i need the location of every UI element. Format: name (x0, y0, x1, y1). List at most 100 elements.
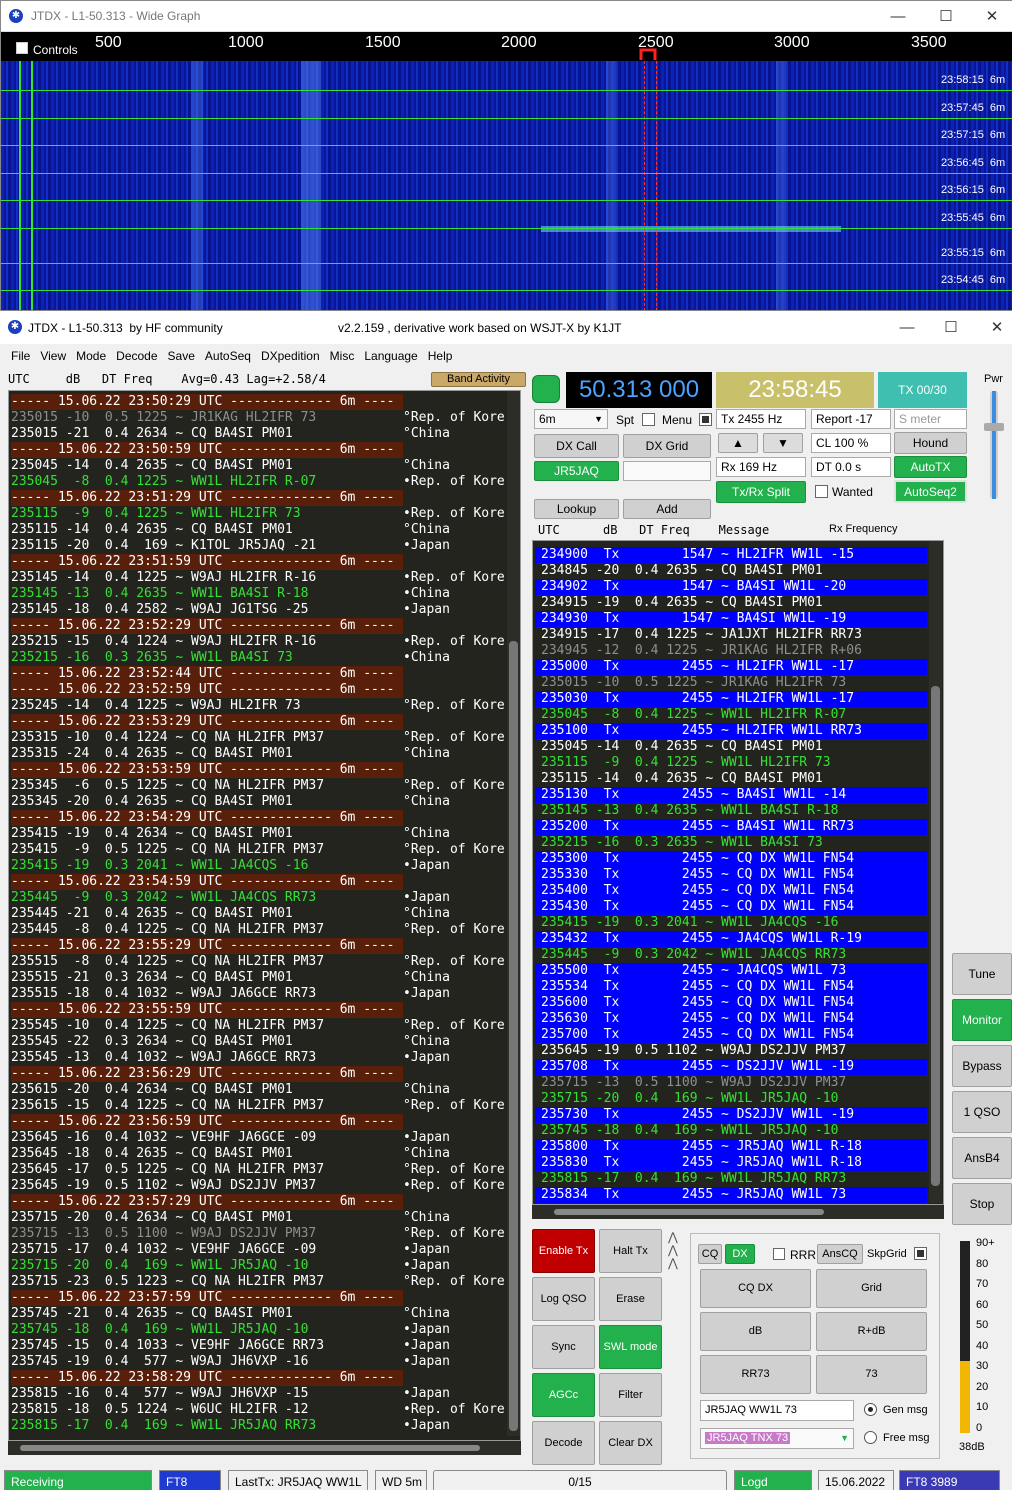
db-button[interactable]: dB (700, 1312, 811, 1351)
gen-msg-radio[interactable] (864, 1403, 877, 1416)
decode-row[interactable]: 235615 -15 0.4 1225 ~ CQ NA HL2IFR PM37 (11, 1098, 324, 1114)
decode-row[interactable]: 235215 -16 0.3 2635 ~ WW1L BA4SI 73 (535, 835, 823, 851)
decode-row[interactable]: 235045 -14 0.4 2635 ~ CQ BA4SI PM01 (11, 458, 293, 474)
decode-row[interactable]: 235445 -9 0.3 2042 ~ WW1L JA4CQS RR73 (535, 947, 846, 963)
decode-row[interactable]: 235715 -20 0.4 2634 ~ CQ BA4SI PM01 (11, 1210, 293, 1226)
period-separator[interactable]: ----- 15.06.22 23:52:29 UTC ------------… (11, 618, 403, 634)
rx-frequency-list[interactable]: 234900 Tx 1547 ~ HL2IFR WW1L -15 234845 -… (532, 540, 944, 1205)
controls-checkbox[interactable] (16, 42, 28, 54)
decode-row[interactable]: 235215 -15 0.4 1224 ~ W9AJ HL2IFR R-16 (11, 634, 316, 650)
decode-row[interactable]: 235345 -20 0.4 2635 ~ CQ BA4SI PM01 (11, 794, 293, 810)
decode-row[interactable]: 235315 -10 0.4 1224 ~ CQ NA HL2IFR PM37 (11, 730, 324, 746)
decode-row[interactable]: 235115 -14 0.4 2635 ~ CQ BA4SI PM01 (535, 771, 823, 787)
decode-row[interactable]: 235045 -14 0.4 2635 ~ CQ BA4SI PM01 (535, 739, 823, 755)
decode-row[interactable]: 235745 -15 0.4 1033 ~ VE9HF JA6GCE RR73 (11, 1338, 324, 1354)
freq-up-button[interactable]: ▲ (718, 433, 758, 453)
close-icon[interactable]: ✕ (974, 312, 1012, 343)
minimize-icon[interactable]: — (875, 1, 921, 32)
menu-help[interactable]: Help (423, 345, 458, 367)
tx-row[interactable]: 235834 Tx 2455 ~ JR5JAQ WW1L 73 (535, 1187, 927, 1203)
hound-button[interactable]: Hound (894, 432, 967, 454)
period-separator[interactable]: ----- 15.06.22 23:55:59 UTC ------------… (11, 1002, 403, 1018)
decode-row[interactable]: 235415 -19 0.4 2634 ~ CQ BA4SI PM01 (11, 826, 293, 842)
period-separator[interactable]: ----- 15.06.22 23:51:29 UTC ------------… (11, 490, 403, 506)
scrollbar-thumb[interactable] (20, 1445, 480, 1451)
decode-row[interactable]: 235645 -16 0.4 1032 ~ VE9HF JA6GCE -09 (11, 1130, 316, 1146)
dx-button[interactable]: DX (725, 1244, 755, 1264)
menu-language[interactable]: Language (359, 345, 422, 367)
period-separator[interactable]: ----- 15.06.22 23:51:59 UTC ------------… (11, 554, 403, 570)
decode-row[interactable]: 235415 -9 0.5 1225 ~ CQ NA HL2IFR PM37 (11, 842, 324, 858)
skpgrid-checkbox[interactable] (914, 1247, 927, 1260)
decode-row[interactable]: 235145 -13 0.4 2635 ~ WW1L BA4SI R-18 (11, 586, 308, 602)
scrollbar-thumb[interactable] (931, 686, 940, 1186)
dx-call-button[interactable]: DX Call (534, 434, 619, 458)
tx-row[interactable]: 235432 Tx 2455 ~ JA4CQS WW1L R-19 (535, 931, 927, 947)
report-field[interactable]: Report -17 (811, 409, 891, 429)
menu-view[interactable]: View (35, 345, 71, 367)
left-vscrollbar[interactable] (507, 391, 520, 1436)
erase-button[interactable]: Erase (599, 1277, 662, 1321)
decode-row[interactable]: 235815 -17 0.4 169 ~ WW1L JR5JAQ RR73 (535, 1171, 846, 1187)
tx-row[interactable]: 235708 Tx 2455 ~ DS2JJV WW1L -19 (535, 1059, 927, 1075)
period-separator[interactable]: ----- 15.06.22 23:56:59 UTC ------------… (11, 1114, 403, 1130)
free-msg-radio[interactable] (864, 1431, 877, 1444)
tx-row[interactable]: 235700 Tx 2455 ~ CQ DX WW1L FN54 (535, 1027, 927, 1043)
add-button[interactable]: Add (623, 499, 711, 519)
decode-row[interactable]: 235015 -21 0.4 2634 ~ CQ BA4SI PM01 (11, 426, 293, 442)
decode-row[interactable]: 235615 -20 0.4 2634 ~ CQ BA4SI PM01 (11, 1082, 293, 1098)
period-separator[interactable]: ----- 15.06.22 23:55:29 UTC ------------… (11, 938, 403, 954)
tx-row[interactable]: 235300 Tx 2455 ~ CQ DX WW1L FN54 (535, 851, 927, 867)
cl-field[interactable]: CL 100 % (811, 433, 891, 453)
menu-mode[interactable]: Mode (71, 345, 111, 367)
clear-dx-button[interactable]: Clear DX (599, 1421, 662, 1465)
maximize-icon[interactable]: ☐ (923, 1, 969, 32)
decode-row[interactable]: 234845 -20 0.4 2635 ~ CQ BA4SI PM01 (535, 563, 823, 579)
tx-row[interactable]: 235630 Tx 2455 ~ CQ DX WW1L FN54 (535, 1011, 927, 1027)
decode-row[interactable]: 235115 -9 0.4 1225 ~ WW1L HL2IFR 73 (535, 755, 831, 771)
grid-button[interactable]: Grid (816, 1269, 927, 1308)
menu-checkbox[interactable] (699, 413, 712, 426)
tx-row[interactable]: 235730 Tx 2455 ~ DS2JJV WW1L -19 (535, 1107, 927, 1123)
stop-button[interactable]: Stop (952, 1183, 1012, 1225)
period-separator[interactable]: ----- 15.06.22 23:57:59 UTC ------------… (11, 1290, 403, 1306)
period-separator[interactable]: ----- 15.06.22 23:50:59 UTC ------------… (11, 442, 403, 458)
autotx-button[interactable]: AutoTX (894, 456, 967, 478)
frequency-display[interactable]: 50.313 000 (566, 372, 712, 408)
minimize-icon[interactable]: — (884, 312, 930, 343)
waterfall[interactable]: 23:58:15 6m 23:57:45 6m 23:57:15 6m 23:5… (1, 61, 1012, 311)
period-separator[interactable]: ----- 15.06.22 23:54:59 UTC ------------… (11, 874, 403, 890)
decode-row[interactable]: 235545 -13 0.4 1032 ~ W9AJ JA6GCE RR73 (11, 1050, 316, 1066)
menu-misc[interactable]: Misc (325, 345, 360, 367)
decode-row[interactable]: 235115 -14 0.4 2635 ~ CQ BA4SI PM01 (11, 522, 293, 538)
tx-row[interactable]: 235200 Tx 2455 ~ BA4SI WW1L RR73 (535, 819, 927, 835)
tx-row[interactable]: 235430 Tx 2455 ~ CQ DX WW1L FN54 (535, 899, 927, 915)
monitor-button[interactable]: Monitor (952, 999, 1012, 1041)
anscq-button[interactable]: AnsCQ (817, 1244, 863, 1264)
spt-checkbox[interactable] (642, 413, 655, 426)
decode-row[interactable]: 235145 -18 0.4 2582 ~ W9AJ JG1TSG -25 (11, 602, 308, 618)
decode-row[interactable]: 235715 -13 0.5 1100 ~ W9AJ DS2JJV PM37 (535, 1075, 846, 1091)
period-separator[interactable]: ----- 15.06.22 23:54:29 UTC ------------… (11, 810, 403, 826)
decode-row[interactable]: 235145 -13 0.4 2635 ~ WW1L BA4SI R-18 (535, 803, 838, 819)
wanted-checkbox[interactable] (815, 485, 828, 498)
tx-row[interactable]: 235030 Tx 2455 ~ HL2IFR WW1L -17 (535, 691, 927, 707)
decode-row[interactable]: 235545 -22 0.3 2634 ~ CQ BA4SI PM01 (11, 1034, 293, 1050)
tx-row[interactable]: 234900 Tx 1547 ~ HL2IFR WW1L -15 (535, 547, 927, 563)
tx-row[interactable]: 235830 Tx 2455 ~ JR5JAQ WW1L R-18 (535, 1155, 927, 1171)
decode-row[interactable]: 235715 -20 0.4 169 ~ WW1L JR5JAQ -10 (11, 1258, 308, 1274)
period-separator[interactable]: ----- 15.06.22 23:58:29 UTC ------------… (11, 1370, 403, 1386)
swl-mode-button[interactable]: SWL mode (599, 1325, 662, 1369)
enable-tx-button[interactable]: Enable Tx (532, 1229, 595, 1273)
sync-button[interactable]: Sync (532, 1325, 595, 1369)
decode-row[interactable]: 235815 -16 0.4 577 ~ W9AJ JH6VXP -15 (11, 1386, 308, 1402)
r-db-button[interactable]: R+dB (816, 1312, 927, 1351)
bypass-button[interactable]: Bypass (952, 1045, 1012, 1087)
menu-decode[interactable]: Decode (111, 345, 162, 367)
filter-button[interactable]: Filter (599, 1373, 662, 1417)
decode-row[interactable]: 235645 -19 0.5 1102 ~ W9AJ DS2JJV PM37 (535, 1043, 846, 1059)
menu-dxpedition[interactable]: DXpedition (256, 345, 325, 367)
decode-row[interactable]: 235715 -17 0.4 1032 ~ VE9HF JA6GCE -09 (11, 1242, 316, 1258)
scrollbar-thumb[interactable] (509, 641, 518, 1431)
decode-row[interactable]: 235445 -9 0.3 2042 ~ WW1L JA4CQS RR73 (11, 890, 316, 906)
